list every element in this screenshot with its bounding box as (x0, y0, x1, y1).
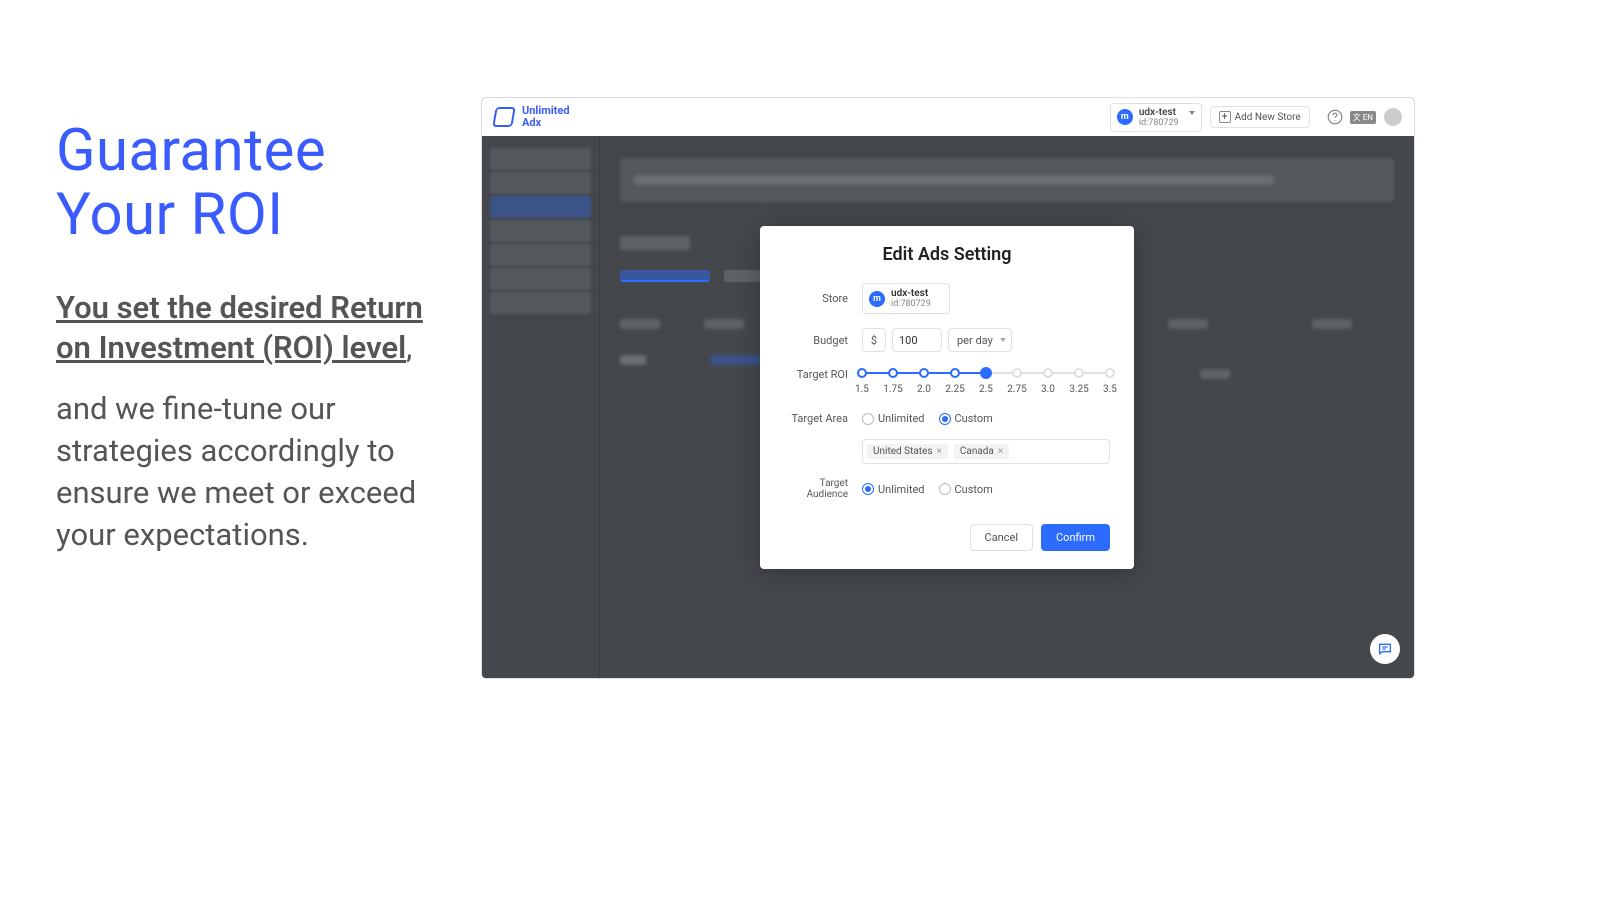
add-store-label: Add New Store (1235, 112, 1301, 123)
row-store: Store m udx-test id:780729 (784, 283, 1110, 314)
row-budget: Budget $ per day (784, 328, 1110, 352)
budget-period-select[interactable]: per day (948, 328, 1012, 352)
section-heading-dimmed (620, 236, 690, 250)
roi-step-label: 2.0 (917, 384, 931, 395)
modal-store-name: udx-test (891, 288, 931, 299)
roi-step-label: 3.5 (1103, 384, 1117, 395)
roi-stop[interactable] (980, 367, 992, 379)
app-screenshot: Unlimited Adx m udx-test id:780729 + Add… (482, 98, 1414, 678)
store-badge-icon: m (869, 291, 885, 307)
roi-stop[interactable] (1043, 368, 1053, 378)
radio-area-unlimited[interactable] (862, 413, 874, 425)
area-tag: United States × (867, 444, 948, 459)
marketing-subheading: You set the desired Return on Investment… (56, 288, 456, 369)
confirm-button[interactable]: Confirm (1041, 524, 1110, 551)
label-target-audience: Target Audience (784, 478, 848, 500)
app-topbar: Unlimited Adx m udx-test id:780729 + Add… (482, 98, 1414, 136)
area-tag-label: United States (873, 446, 933, 457)
brand-name: Unlimited Adx (522, 105, 570, 129)
cancel-button[interactable]: Cancel (970, 524, 1033, 551)
plus-icon: + (1219, 111, 1231, 123)
radio-audience-unlimited-label: Unlimited (878, 483, 925, 496)
budget-amount-input[interactable] (892, 328, 942, 352)
row-target-area-tags: United States × Canada × (784, 439, 1110, 464)
modal-button-row: Cancel Confirm (784, 524, 1110, 551)
budget-currency: $ (862, 328, 886, 352)
roi-slider[interactable]: 1.51.752.02.252.52.753.03.253.5 (862, 366, 1110, 398)
store-display: m udx-test id:780729 (862, 283, 950, 314)
roi-stop[interactable] (1074, 368, 1084, 378)
roi-stop[interactable] (888, 368, 898, 378)
remove-tag-icon[interactable]: × (937, 446, 942, 457)
label-target-area: Target Area (784, 412, 848, 425)
roi-step-label: 3.0 (1041, 384, 1055, 395)
remove-tag-icon[interactable]: × (998, 446, 1003, 457)
radio-area-unlimited-label: Unlimited (878, 412, 925, 425)
roi-stop[interactable] (1105, 368, 1115, 378)
row-target-area: Target Area Unlimited Custom (784, 412, 1110, 425)
label-target-roi: Target ROI (784, 368, 848, 381)
roi-stop[interactable] (1012, 368, 1022, 378)
roi-step-label: 2.75 (1007, 384, 1027, 395)
store-name: udx-test (1139, 107, 1179, 118)
roi-step-label: 2.5 (979, 384, 993, 395)
marketing-sub-tail: , (406, 329, 412, 366)
radio-audience-unlimited[interactable] (862, 483, 874, 495)
roi-stop[interactable] (950, 368, 960, 378)
area-tag: Canada × (954, 444, 1009, 459)
roi-stop[interactable] (919, 368, 929, 378)
modal-store-id: id:780729 (891, 299, 931, 309)
area-tag-label: Canada (960, 446, 994, 457)
radio-area-custom[interactable] (939, 413, 951, 425)
target-area-tags-input[interactable]: United States × Canada × (862, 439, 1110, 464)
roi-step-label: 3.25 (1069, 384, 1089, 395)
label-store: Store (784, 292, 848, 305)
modal-title: Edit Ads Setting (784, 244, 1110, 265)
roi-step-label: 1.5 (855, 384, 869, 395)
roi-step-label: 1.75 (883, 384, 903, 395)
radio-audience-custom-label: Custom (955, 483, 993, 496)
marketing-title: Guarantee Your ROI (56, 120, 456, 248)
label-budget: Budget (784, 334, 848, 347)
marketing-panel: Guarantee Your ROI You set the desired R… (56, 120, 456, 556)
chevron-down-icon (1189, 111, 1195, 115)
roi-step-label: 2.25 (945, 384, 965, 395)
help-icon[interactable] (1326, 108, 1344, 126)
marketing-sub-underlined: You set the desired Return on Investment… (56, 289, 423, 366)
store-selector[interactable]: m udx-test id:780729 (1110, 103, 1202, 132)
row-target-roi: Target ROI 1.51.752.02.252.52.753.03.253… (784, 366, 1110, 398)
translate-icon[interactable]: 文 EN (1350, 111, 1376, 124)
roi-stop[interactable] (857, 368, 867, 378)
store-id: id:780729 (1139, 118, 1179, 128)
radio-audience-custom[interactable] (939, 483, 951, 495)
brand-logo-icon (492, 107, 516, 127)
marketing-body: and we fine-tune our strategies accordin… (56, 388, 456, 555)
store-badge-icon: m (1117, 109, 1133, 125)
notice-banner-dimmed (620, 158, 1394, 202)
edit-ads-modal: Edit Ads Setting Store m udx-test id:780… (760, 226, 1134, 569)
row-target-audience: Target Audience Unlimited Custom (784, 478, 1110, 500)
user-avatar[interactable] (1384, 108, 1402, 126)
chat-fab[interactable] (1370, 634, 1400, 664)
chat-icon (1377, 641, 1393, 657)
add-store-button[interactable]: + Add New Store (1210, 106, 1310, 128)
sidebar-dimmed (482, 136, 600, 678)
radio-area-custom-label: Custom (955, 412, 993, 425)
